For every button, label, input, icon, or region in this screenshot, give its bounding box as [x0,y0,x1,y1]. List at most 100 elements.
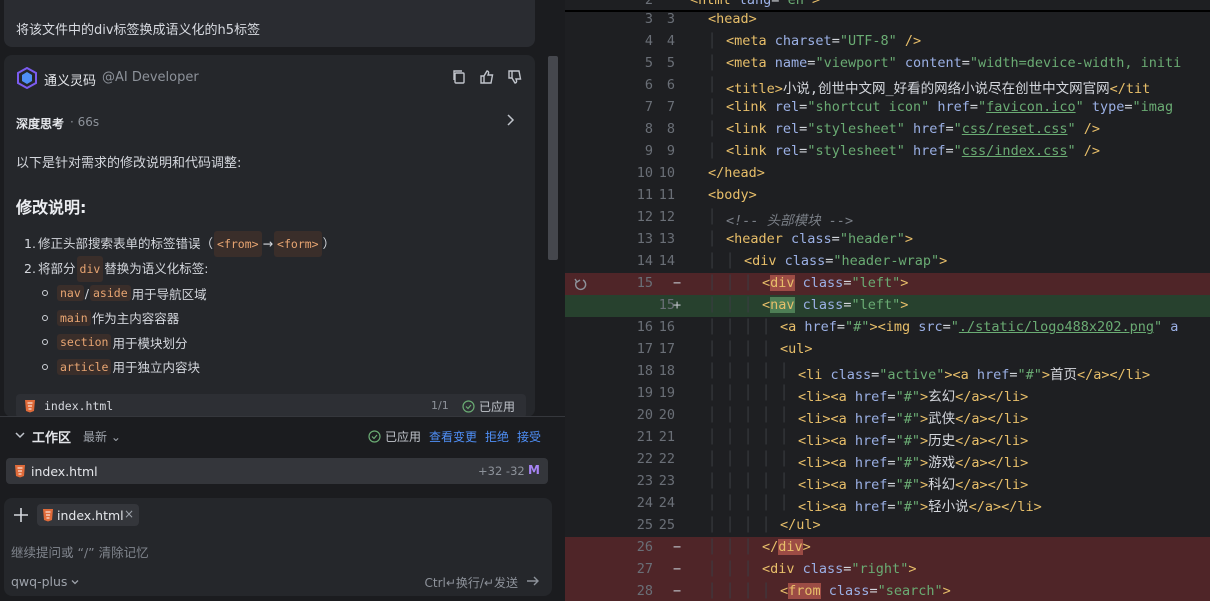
code-line: 19 19 │ │ │ │ │ <li><a href="#">玄幻</a></li> [565,383,1210,405]
code-text: <head> [708,11,757,27]
workspace-header: 工作区 最新 ⌄ 已应用 查看变更 拒绝 接受 [0,420,565,452]
chevron-down-icon [71,579,79,584]
line-number-old: 20 [636,407,653,423]
line-number-old: 6 [644,77,653,93]
code-text: │ │ │ │ <from class="search"> [708,583,951,599]
diff-marker [673,253,685,271]
line-number-new: 23 [658,473,675,489]
line-number-old: 12 [636,209,653,225]
inline-code: <from> [214,230,262,257]
chat-input-box: index.html × 继续提问或 “/” 清除记忆 qwq-plus Ctr… [4,498,552,596]
chip-label: index.html [57,508,124,523]
copy-icon[interactable] [451,69,467,85]
diff-marker [673,77,685,95]
chevron-right-icon [507,114,515,126]
workspace-filter-dropdown[interactable]: 最新 ⌄ [83,428,121,445]
context-file-chip[interactable]: index.html × [37,504,139,526]
line-number-new: 15 [658,297,675,313]
line-number-new: 13 [658,231,675,247]
code-line: 11 11 <body> [565,185,1210,207]
line-number-new: 19 [658,385,675,401]
code-text: <body> [708,187,757,203]
user-message-text: 将该文件中的div标签换成语义化的h5标签 [16,23,261,38]
message-actions [451,69,523,85]
code-text: │ │ │ <div class="left"> [708,275,909,291]
line-number-new: 8 [666,121,675,137]
code-text: │ │ │ │ │ <li class="active"><a href="#">首页</… [708,363,1151,383]
diff-marker [673,33,685,51]
line-number-new: 4 [666,33,675,49]
view-changes-link[interactable]: 查看变更 [429,428,477,445]
thinking-duration: · 66s [70,115,100,129]
revert-icon[interactable] [573,276,587,294]
keyboard-hint: Ctrl↵换行/↵发送 [424,576,518,590]
deleted-code-line: 27 − │ │ │ <div class="right"> [565,559,1210,581]
deleted-code-line: 28 − │ │ │ │ <from class="search"> [565,581,1210,601]
list-item: nav / aside 用于导航区域 [42,281,207,306]
plus-icon[interactable] [12,506,30,524]
code-line: 10 10 </head> [565,163,1210,185]
diff-marker [673,473,685,491]
code-line: 17 17 │ │ │ │ <ul> [565,339,1210,361]
diff-marker [673,55,685,73]
diff-marker [673,407,685,425]
bullet-icon [42,314,48,321]
line-number-new: 5 [666,55,675,71]
deep-thinking-toggle[interactable]: 深度思考 · 66s [4,107,535,137]
line-number-old: 17 [636,341,653,357]
chat-scrollbar[interactable] [548,56,558,260]
reject-link[interactable]: 拒绝 [485,428,509,445]
model-selector[interactable]: qwq-plus [11,574,80,589]
code-line: 3 3 <head> [565,9,1210,31]
check-circle-icon [368,430,381,443]
diff-marker [673,11,685,29]
line-number-old: 11 [636,187,653,203]
diff-marker: − [673,539,682,555]
user-message: 将该文件中的div标签换成语义化的h5标签 [4,0,535,47]
thumbs-down-icon[interactable] [507,69,523,85]
tongyi-logo-icon [17,67,37,89]
line-number-old: 15 [636,275,653,291]
thumbs-up-icon[interactable] [479,69,495,85]
line-number-new: 7 [666,99,675,115]
code-line: 8 8 │ <link rel="stylesheet" href="css/rese… [565,119,1210,141]
code-text: │ │ │ │ │ <li><a href="#">科幻</a></li> [708,473,1029,493]
chat-input[interactable]: 继续提问或 “/” 清除记忆 [11,542,149,561]
html-file-icon [15,465,25,478]
line-number-old: 23 [636,473,653,489]
workspace-actions: 已应用 查看变更 拒绝 接受 [368,428,541,445]
list-item: 1. 修正头部搜索表单的标签错误（ <from> → <form> ） [24,230,335,257]
code-editor-diff[interactable]: 2 <html lang="en"> 3 3 <head> 4 4 │ <meta char… [565,0,1210,601]
send-icon[interactable] [526,574,540,588]
code-line: 5 5 │ <meta name="viewport" content="width=… [565,53,1210,75]
bullet-icon [42,363,48,370]
diff-marker [673,143,685,161]
ai-chat-panel: 将该文件中的div标签换成语义化的h5标签 通义灵码 @AI Developer… [0,0,565,601]
line-number-new: 17 [658,341,675,357]
file-name: index.html [44,399,114,413]
diff-marker: + [673,297,682,313]
assistant-handle: @AI Developer [102,70,199,85]
applied-file-strip[interactable]: index.html 1/1 已应用 [16,394,526,417]
divider [0,416,565,417]
added-code-line: 15 + │ │ │ <nav class="left"> [565,295,1210,317]
workspace-status: 已应用 [368,428,421,445]
diff-marker [673,121,685,139]
accept-link[interactable]: 接受 [517,428,541,445]
code-line: 4 4 │ <meta charset="UTF-8" /> [565,31,1210,53]
diff-marker [673,165,685,183]
workspace-file-row[interactable]: index.html +32 -32 M [6,458,548,484]
line-number-old: 7 [644,99,653,115]
check-circle-icon [462,400,475,413]
diff-marker [673,517,685,535]
code-line: 9 9 │ <link rel="stylesheet" href="css/inde… [565,141,1210,163]
chevron-down-icon[interactable] [14,429,26,441]
diff-marker [673,209,685,227]
code-text: │ <meta name="viewport" content="width=de… [708,55,1182,71]
html-file-icon [43,509,53,522]
close-icon[interactable]: × [124,507,134,521]
line-number-new [645,539,675,557]
line-number-old: 16 [636,319,653,335]
line-number-old: 8 [644,121,653,137]
code-text: │ │ │ │ │ <li><a href="#">游戏</a></li> [708,451,1029,471]
